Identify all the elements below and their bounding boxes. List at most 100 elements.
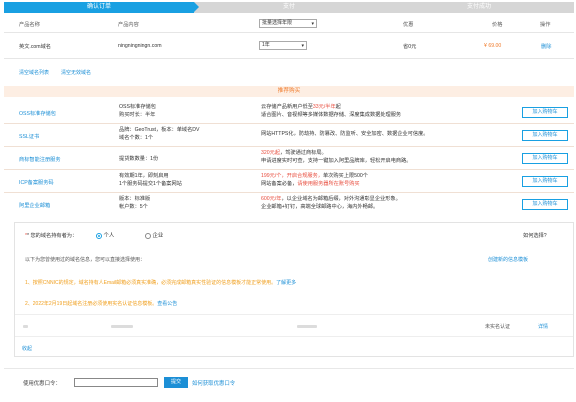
coupon-input[interactable] — [74, 378, 158, 387]
radio-personal[interactable]: 个人 — [96, 231, 114, 239]
info-template-row[interactable]: 未实名认证 详情 — [15, 315, 573, 336]
template-status: 未实名认证 — [485, 324, 511, 330]
feature-highlight: 请使用服务器所在账号购买 — [297, 181, 360, 187]
recommend-item-desc: 有效期1年，即刻启用 — [119, 173, 169, 179]
recommend-item-feature: 云存储产品新用户低至33元/半年起 — [261, 103, 401, 111]
feature-text: 起 — [335, 104, 341, 110]
recommend-item-oss: OSS标准存储包 OSS标准存储包 购买时长：半年 云存储产品新用户低至33元/… — [4, 102, 574, 124]
radio-personal-label: 个人 — [103, 233, 115, 239]
recommend-item-desc: 版本：标准版 — [119, 196, 151, 202]
chevron-down-icon: ▾ — [301, 43, 304, 49]
recommend-item-icp: ICP备案服务码 有效期1年，即刻启用 1个服务码提交1个备案网站 199元/个… — [4, 171, 574, 193]
order-domain: ningningningn.com — [118, 43, 162, 49]
coupon-submit-button[interactable]: 提交 — [164, 377, 188, 388]
recommend-item-feature: 申请进度实时可查，支持一键加入阿里品牌库，轻松开启电商路。 — [261, 158, 412, 164]
divider — [4, 58, 574, 59]
domain-owner-panel: ** 您的域名持有者为： 个人 企业 如何选择? 以下为您曾使用过的域名信息，您… — [14, 222, 574, 357]
step-label: 确认订单 — [86, 4, 111, 10]
radio-selected-icon — [96, 232, 102, 239]
recommend-item-desc: 1个服务码提交1个备案网站 — [119, 181, 182, 187]
recommend-item-ssl: SSL证书 品牌：GeoTrust，板本：单域名DV 域名个数：1个 网站HTT… — [4, 125, 574, 147]
recommend-item-feature: 600元/年，以企业域名为邮箱后缀，对外沟通彰显企业形象。 — [261, 195, 401, 203]
delete-link[interactable]: 删除 — [541, 43, 551, 50]
col-discount: 优惠 — [403, 22, 414, 28]
order-years-value: 1年 — [262, 42, 270, 48]
step-confirm-order: 确认订单 — [4, 2, 199, 13]
clear-invalid-domains-link[interactable]: 清空无效域名 — [61, 69, 91, 76]
feature-text: 网站备案必备， — [261, 181, 298, 187]
chevron-down-icon: ▾ — [311, 21, 314, 27]
order-price: ¥ 69.00 — [484, 43, 502, 49]
batch-years-select[interactable]: 批量选择年限 ▾ — [259, 19, 317, 28]
owner-question-text: * 您的域名持有者为： — [27, 233, 78, 239]
divider — [15, 336, 573, 337]
add-to-cart-button[interactable]: 加入购物车 — [522, 107, 568, 118]
radio-enterprise-label: 企业 — [152, 233, 164, 239]
step-pay-success: 支付成功 — [384, 2, 574, 13]
collapse-link[interactable]: 收起 — [22, 345, 32, 352]
coupon-label: 使用优惠口令： — [23, 381, 61, 387]
notice-text: 1、按照CNNIC的规定，域名持有人Email邮箱必须真实准确，必须完成邮箱真实… — [25, 280, 277, 286]
feature-highlight: 33元/半年 — [312, 104, 336, 110]
add-to-cart-button[interactable]: 加入购物车 — [522, 153, 568, 164]
notice-text: 2、2022年2月19日起域名注册必须使用实名认证信息模板。 — [25, 301, 158, 307]
recommend-item-desc: 购买时长：半年 — [119, 112, 156, 118]
how-to-choose-link[interactable]: 如何选择? — [523, 232, 547, 239]
template-detail-link[interactable]: 详情 — [538, 323, 548, 330]
recommend-item-feature: 适合图片、音视频等多媒体数据存储、深度集成数据处理服务 — [261, 112, 402, 118]
recommend-item-feature: 网站备案必备，请使用服务器所在账号购买 — [261, 180, 368, 188]
step-label: 支付 — [282, 4, 295, 10]
feature-text: ，以企业域名为邮箱后缀，对外沟通彰显企业形象。 — [281, 196, 401, 202]
recommend-item-desc: OSS标准存储包 — [119, 104, 156, 110]
feature-highlight: 199元/个，开启合规服务， — [261, 173, 323, 179]
col-price: 价格 — [492, 22, 503, 28]
step-pay: 支付 — [194, 2, 389, 13]
add-to-cart-button[interactable]: 加入购物车 — [522, 176, 568, 187]
redacted-text — [297, 325, 317, 328]
recommend-item-desc: 帐户数：5个 — [119, 204, 148, 210]
how-get-coupon-link[interactable]: 如何获取优惠口令 — [192, 379, 235, 387]
recommend-item-name[interactable]: ICP备案服务码 — [19, 179, 54, 186]
recommend-item-feature: 网站HTTPS化，防劫持、防篡改、防监听、安全加密、数据企业可信度。 — [261, 131, 429, 137]
redacted-text — [111, 325, 133, 328]
learn-more-link[interactable]: 了解更多 — [276, 280, 296, 286]
recommend-item-desc: 提货数数量：1份 — [119, 156, 159, 162]
view-announcement-link[interactable]: 查看公告 — [157, 301, 177, 307]
notice-email: 1、按照CNNIC的规定，域名持有人Email邮箱必须真实准确，必须完成邮箱真实… — [25, 279, 296, 286]
recommend-item-name[interactable]: OSS标准存储包 — [19, 110, 56, 117]
order-discount: 省0元 — [403, 44, 417, 50]
coupon-section: 使用优惠口令： 提交 如何获取优惠口令 — [4, 368, 574, 398]
feature-text: 云存储产品新用户低至 — [261, 104, 313, 110]
recommend-item-name[interactable]: SSL证书 — [19, 133, 39, 140]
step-arrow-icon — [194, 2, 199, 12]
col-product-name: 产品名称 — [19, 22, 40, 28]
batch-years-label: 批量选择年限 — [262, 20, 293, 26]
recommend-item-mail: 阿里企业邮箱 版本：标准版 帐户数：5个 600元/年，以企业域名为邮箱后缀，对… — [4, 194, 574, 216]
recommend-item-desc: 域名个数：1个 — [119, 135, 154, 141]
order-steps: 确认订单 支付 支付成功 — [4, 2, 574, 13]
add-to-cart-button[interactable]: 加入购物车 — [522, 199, 568, 210]
recommend-item-name[interactable]: 阿里企业邮箱 — [19, 202, 50, 209]
recommend-item-desc: 品牌：GeoTrust，板本：单域名DV — [119, 127, 200, 133]
feature-highlight: 600元/年 — [261, 196, 282, 202]
col-action: 操作 — [540, 22, 551, 28]
recommend-item-feature: 320元起，驾驶通过商标局。 — [261, 149, 411, 157]
radio-enterprise[interactable]: 企业 — [145, 231, 163, 239]
create-template-link[interactable]: 创建新的信息模板 — [488, 256, 528, 263]
recommend-item-name[interactable]: 商标智能注册服务 — [19, 156, 61, 163]
add-to-cart-button[interactable]: 加入购物车 — [522, 130, 568, 141]
step-arrow-icon — [384, 2, 389, 12]
recommend-item-feature: 199元/个，开启合规服务，单次购买上限500个 — [261, 172, 368, 180]
owner-question: ** 您的域名持有者为： — [25, 233, 78, 239]
divider — [4, 32, 574, 33]
redacted-text — [23, 325, 28, 328]
recommend-item-trademark: 商标智能注册服务 提货数数量：1份 320元起，驾驶通过商标局。 申请进度实时可… — [4, 148, 574, 170]
col-product-content: 产品内容 — [118, 22, 139, 28]
notice-realname: 2、2022年2月19日起域名注册必须使用实名认证信息模板。查看公告 — [25, 300, 177, 307]
radio-unselected-icon — [145, 232, 151, 239]
clear-domain-list-link[interactable]: 清空域名列表 — [19, 69, 49, 76]
order-years-select[interactable]: 1年 ▾ — [259, 41, 307, 50]
recommend-item-feature: 企业邮箱+钉钉，高端全球邮路中心，海内外畅邮。 — [261, 204, 379, 210]
order-product-name: 英文.com域名 — [19, 44, 51, 50]
feature-text: 单次购买上限500个 — [322, 173, 368, 179]
